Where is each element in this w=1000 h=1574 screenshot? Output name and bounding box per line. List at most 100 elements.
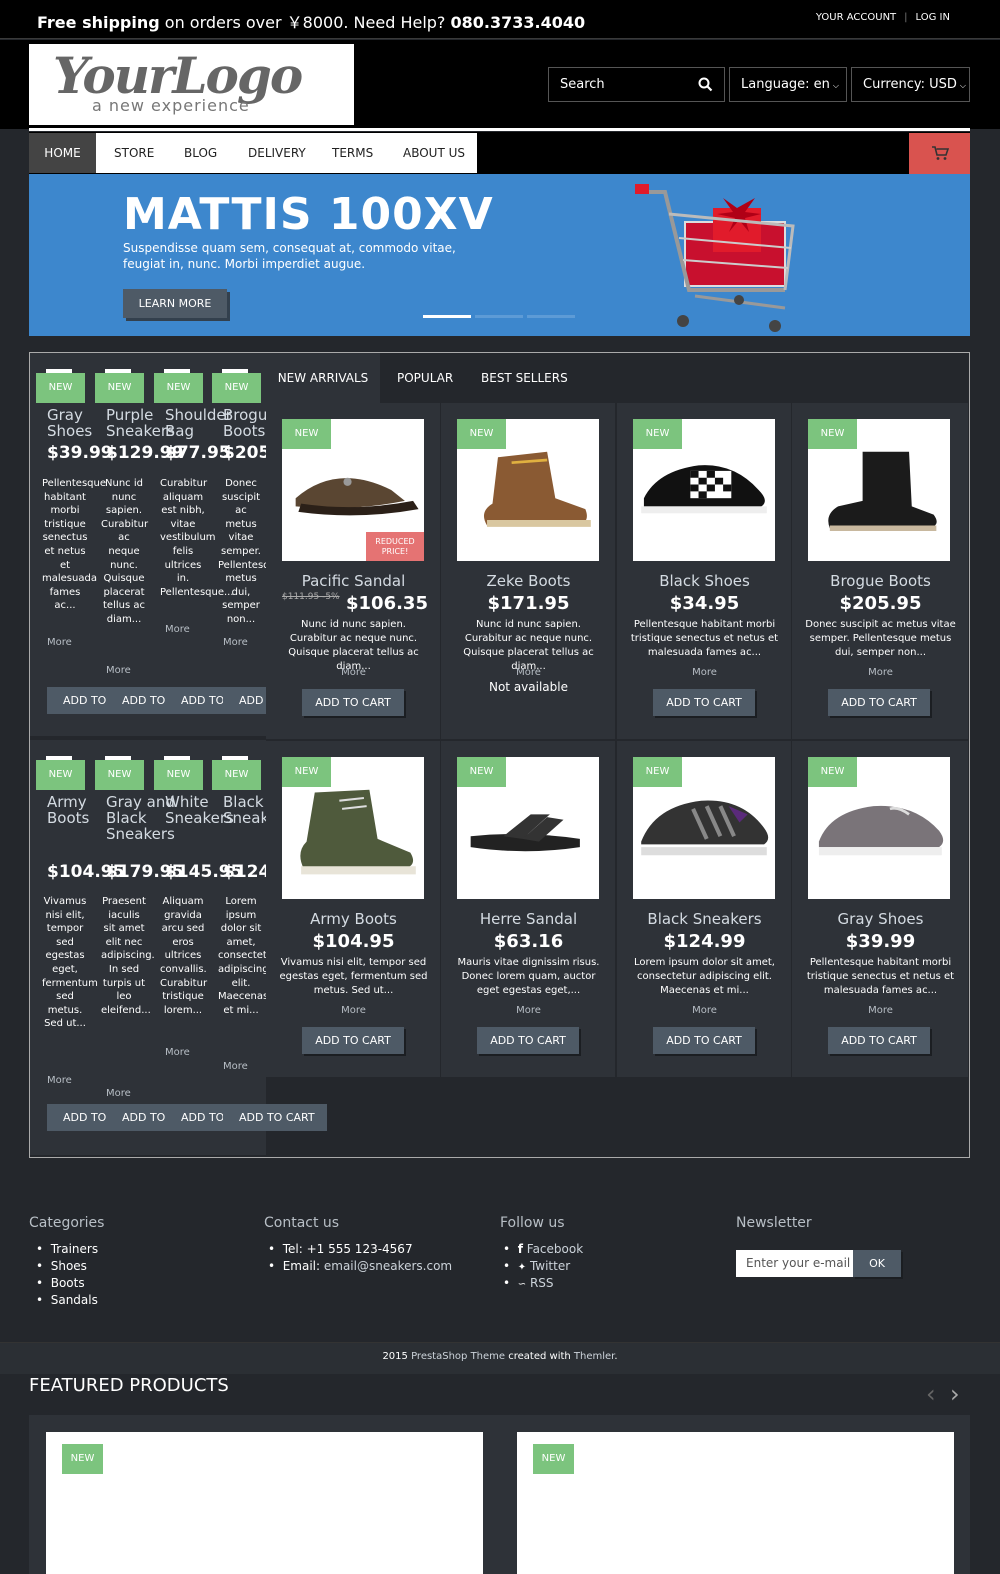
newsletter-heading: Newsletter (736, 1215, 812, 1231)
more-link[interactable]: More (165, 624, 190, 635)
prestashop-theme-link[interactable]: PrestaShop Theme (411, 1351, 505, 1362)
more-link[interactable]: More (106, 1088, 131, 1099)
next-arrow-icon[interactable]: › (950, 1382, 960, 1406)
nav-item-about-us[interactable]: ABOUT US (403, 133, 465, 173)
add-to-cart-button[interactable]: ADD TO (47, 687, 111, 714)
nav-item-delivery[interactable]: DELIVERY (248, 133, 306, 173)
facebook-link[interactable]: • f Facebook (503, 1242, 583, 1256)
product-description: Nunc id nunc sapien. Curabitur ac neque … (288, 619, 419, 672)
more-link[interactable]: More (47, 637, 72, 648)
more-link[interactable]: More (47, 1075, 72, 1086)
themler-link[interactable]: Themler (574, 1351, 614, 1362)
category-link[interactable]: • Boots (36, 1276, 85, 1290)
product-name[interactable]: Army Boots (266, 910, 441, 928)
new-badge: NEW (36, 760, 85, 790)
product-description: Donec suscipit ac metus vitae semper. Pe… (805, 619, 956, 658)
nav-item-blog[interactable]: BLOG (184, 133, 217, 173)
nav-item-home[interactable]: HOME (29, 133, 96, 173)
nav-item-store[interactable]: STORE (114, 133, 154, 173)
language-select[interactable]: Language: en ⌵ (729, 67, 847, 102)
tab-new-arrivals[interactable]: NEW ARRIVALS (266, 353, 380, 403)
product-name[interactable]: Gray Shoes (792, 910, 969, 928)
site-logo[interactable]: YourLogo a new experience (29, 44, 354, 125)
tab-popular[interactable]: POPULAR (397, 353, 453, 403)
newsletter-ok-button[interactable]: OK (853, 1250, 901, 1277)
more-link[interactable]: More (441, 667, 616, 678)
category-link[interactable]: • Sandals (36, 1293, 98, 1307)
more-link[interactable]: More (266, 667, 441, 678)
slider-dot[interactable] (475, 315, 523, 318)
slider-dot[interactable] (527, 315, 575, 318)
add-to-cart-button[interactable]: ADD TO CART (477, 1027, 579, 1054)
add-to-cart-button[interactable]: ADD TO CART (653, 689, 755, 716)
new-badge: NEW (808, 757, 857, 787)
featured-product-image[interactable] (46, 1432, 483, 1574)
slider-dot-active[interactable] (423, 315, 471, 318)
add-to-cart-button[interactable]: ADD TO (106, 687, 170, 714)
add-to-cart-button[interactable]: ADD TO CART (223, 1104, 327, 1131)
nav-item-terms[interactable]: TERMS (332, 133, 373, 173)
add-to-cart-button[interactable]: ADD TO CART (828, 689, 930, 716)
more-link[interactable]: More (617, 1005, 792, 1016)
more-link[interactable]: More (792, 667, 969, 678)
nav-divider (29, 128, 970, 131)
currency-select[interactable]: Currency: USD ⌵ (851, 67, 970, 102)
product-description: Pellentesque habitant morbi tristique se… (42, 478, 106, 612)
shipping-notice: Free shipping on orders over ￥8000. Need… (37, 9, 585, 33)
learn-more-button[interactable]: LEARN MORE (123, 289, 227, 318)
category-link[interactable]: • Trainers (36, 1242, 98, 1256)
featured-product-image[interactable] (517, 1432, 954, 1574)
search-input[interactable]: Search (548, 67, 725, 102)
new-badge: NEW (457, 419, 506, 449)
facebook-icon: f (517, 1242, 523, 1256)
tab-best-sellers[interactable]: BEST SELLERS (481, 353, 568, 403)
your-account-link[interactable]: YOUR ACCOUNT (816, 12, 896, 23)
add-to-cart-button[interactable]: ADD TO CART (828, 1027, 930, 1054)
login-link[interactable]: LOG IN (916, 12, 950, 23)
email-link[interactable]: email@sneakers.com (324, 1259, 452, 1273)
new-badge: NEW (282, 757, 331, 787)
featured-heading: FEATURED PRODUCTS (29, 1375, 229, 1396)
new-badge: NEW (62, 1444, 103, 1474)
product-name[interactable]: Herre Sandal (441, 910, 616, 928)
add-to-cart-button[interactable]: ADD TO (47, 1104, 111, 1131)
product-description: Nunc id nunc sapien. Curabitur ac neque … (101, 478, 149, 625)
new-badge: NEW (212, 373, 261, 403)
add-to-cart-button[interactable]: ADD TO (106, 1104, 170, 1131)
more-link[interactable]: More (441, 1005, 616, 1016)
banner-text: Suspendisse quam sem, consequat at, comm… (123, 241, 456, 271)
chevron-down-icon: ⌵ (959, 81, 966, 90)
add-to-cart-button[interactable]: ADD TO CART (302, 1027, 404, 1054)
more-link[interactable]: More (792, 1005, 969, 1016)
more-link[interactable]: More (223, 1061, 248, 1072)
product-name[interactable]: Brogue Boots (792, 572, 969, 590)
product-name[interactable]: Pacific Sandal (266, 572, 441, 590)
reduced-price-badge: REDUCED PRICE! (366, 532, 424, 561)
more-link[interactable]: More (266, 1005, 441, 1016)
add-to-cart-button[interactable]: ADD TO CART (653, 1027, 755, 1054)
prev-arrow-icon[interactable]: ‹ (926, 1382, 936, 1406)
rss-link[interactable]: • ∽ RSS (503, 1276, 554, 1290)
twitter-link[interactable]: • ✦ Twitter (503, 1259, 570, 1273)
add-to-cart-button[interactable]: ADD TO (165, 687, 229, 714)
add-to-cart-button[interactable]: ADD TO CART (302, 689, 404, 716)
more-link[interactable]: More (223, 637, 248, 648)
category-link[interactable]: • Shoes (36, 1259, 87, 1273)
search-icon[interactable] (698, 77, 713, 92)
search-placeholder: Search (560, 77, 605, 92)
add-to-cart-button[interactable]: ADD TO (165, 1104, 229, 1131)
rss-icon: ∽ (517, 1279, 527, 1290)
product-price: $171.95 (487, 593, 570, 614)
product-description: Curabitur aliquam est nibh, vitae vestib… (160, 478, 234, 598)
more-link[interactable]: More (165, 1047, 190, 1058)
more-link[interactable]: More (106, 665, 131, 676)
product-price: $104.95 (312, 931, 395, 952)
old-price: $111.95 -5% (282, 592, 340, 602)
cart-button[interactable] (909, 133, 970, 174)
product-name[interactable]: Black Shoes (617, 572, 792, 590)
more-link[interactable]: More (617, 667, 792, 678)
newsletter-email-input[interactable]: Enter your e-mail (736, 1250, 853, 1277)
product-name[interactable]: Black Sneakers (617, 910, 792, 928)
cart-icon (932, 146, 949, 160)
product-name[interactable]: Zeke Boots (441, 572, 616, 590)
